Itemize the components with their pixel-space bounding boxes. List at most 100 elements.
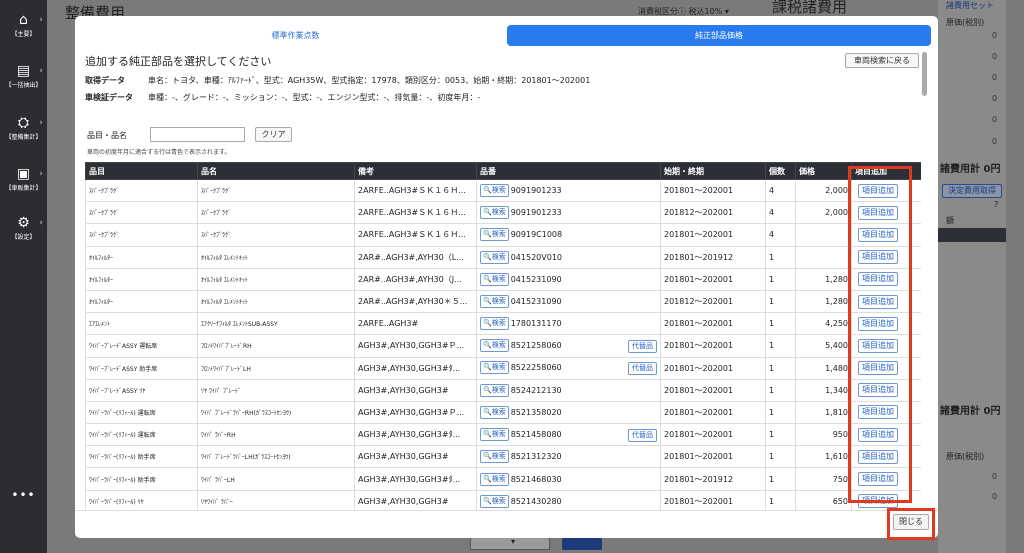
cell-item: ｽﾊﾟｰｸﾌﾟﾗｸﾞ xyxy=(85,223,198,247)
search-button[interactable]: 🔍検索 xyxy=(480,206,509,220)
part-number: 9091901233 xyxy=(510,208,562,218)
cost-value: 0 xyxy=(992,94,998,103)
cell-name: ｽﾊﾟｰｸﾌﾟﾗｸﾞ xyxy=(197,201,355,225)
modal-body[interactable]: 追加する純正部品を選択してください 車両検索に戻る 取得データ 車名：トヨタ、車種… xyxy=(75,50,921,510)
cell-item: ｵｲﾙﾌｨﾙﾀｰ xyxy=(85,267,198,291)
search-button[interactable]: 🔍検索 xyxy=(480,250,509,264)
cell-qty: 1 xyxy=(765,423,796,447)
alternative-part-button[interactable]: 代替品 xyxy=(628,339,657,353)
cell-part-number: 🔍検索 1780131170 xyxy=(476,312,661,336)
chevron-right-icon: › xyxy=(39,15,43,25)
alternative-part-button[interactable]: 代替品 xyxy=(628,362,657,376)
back-to-vehicle-search-button[interactable]: 車両検索に戻る xyxy=(845,53,919,68)
cell-price: 1,340 xyxy=(795,378,852,402)
cell-part-number: 🔍検索 90919C1008 xyxy=(476,223,661,247)
part-number: 0415231090 xyxy=(510,274,562,284)
filter-input[interactable] xyxy=(150,127,245,142)
cell-name: ｵｲﾙﾌｨﾙﾀ ｴﾚﾒﾝﾄｷｯﾄ xyxy=(197,267,355,291)
cell-item: ﾜｲﾊﾟｰﾌﾞﾚｰﾄﾞASSY ﾘﾔ xyxy=(85,378,198,402)
cell-qty: 1 xyxy=(765,334,796,358)
tab-genuine-parts-price[interactable]: 純正部品価格 xyxy=(507,25,931,46)
alternative-part-button[interactable]: 代替品 xyxy=(628,428,657,442)
cell-qty: 1 xyxy=(765,312,796,336)
vertical-scrollbar[interactable] xyxy=(921,50,929,510)
cell-name: ｵｲﾙﾌｨﾙﾀ ｴﾚﾒﾝﾄｷｯﾄ xyxy=(197,289,355,314)
help-icon[interactable]: ? xyxy=(994,200,998,209)
cell-price xyxy=(795,245,852,269)
table-row: ﾜｲﾊﾟｰﾗﾊﾞｰ(ﾘﾌｨｰﾙ) 助手席 ﾜｲﾊﾟ ﾗﾊﾞｰLH AGH3#,AYH… xyxy=(85,467,921,491)
search-button[interactable]: 🔍検索 xyxy=(480,472,509,486)
cell-name: ﾜｲﾊﾟ ﾗﾊﾞｰLH xyxy=(197,467,355,491)
search-button[interactable]: 🔍検索 xyxy=(480,361,509,375)
get-fixed-fees-button[interactable]: 決定費用取得 xyxy=(942,184,1002,198)
search-button[interactable]: 🔍検索 xyxy=(480,295,509,309)
table-row: ﾜｲﾊﾟｰﾌﾞﾚｰﾄﾞASSY 運転席 ﾌﾛﾝﾄﾜｲﾊﾟﾌﾞﾚｰﾄﾞRH AGH3#… xyxy=(85,334,921,358)
chevron-right-icon: › xyxy=(39,118,43,128)
search-button[interactable]: 🔍検索 xyxy=(480,317,509,331)
search-button[interactable]: 🔍検索 xyxy=(480,228,509,242)
search-button[interactable]: 🔍検索 xyxy=(480,272,509,286)
part-number: 0415231090 xyxy=(510,297,562,307)
fee-set-link[interactable]: 諸費用セット xyxy=(946,0,994,11)
sidebar-item-settings[interactable]: ⚙ › 【設定】 xyxy=(0,215,47,242)
cell-item: ﾜｲﾊﾟｰﾌﾞﾚｰﾄﾞASSY 助手席 xyxy=(85,356,198,380)
cell-qty: 1 xyxy=(765,245,796,269)
part-number: 8521458080 xyxy=(510,429,562,439)
search-button[interactable]: 🔍検索 xyxy=(480,338,509,352)
search-button[interactable]: 🔍検索 xyxy=(480,450,509,464)
col-name: 品名 xyxy=(197,162,355,180)
sidebar-item-sales-summary[interactable]: ▣ › 【車販集計】 xyxy=(0,166,47,193)
search-button[interactable]: 🔍検索 xyxy=(480,184,509,198)
tab-standard-work-points[interactable]: 標準作業点数 xyxy=(85,25,506,46)
search-button[interactable]: 🔍検索 xyxy=(480,383,509,397)
part-number: 8522258060 xyxy=(510,363,562,373)
chevron-right-icon: › xyxy=(39,218,43,228)
cell-part-number: 🔍検索 9091901233 xyxy=(476,201,661,225)
right-table-header xyxy=(938,228,1006,242)
sidebar-item-maintenance-summary[interactable]: ⛭ › 【整備集計】 xyxy=(0,115,47,142)
background-primary-button[interactable] xyxy=(562,538,602,550)
col-qty: 個数 xyxy=(765,162,796,180)
acquired-data-row: 取得データ 車名：トヨタ、車種：ｱﾙﾌｧｰﾄﾞ、型式：AGH35W、型式指定：17… xyxy=(85,76,591,85)
parts-table: 品目 品名 備考 品番 始期・終期 個数 価格 項目追加 ｽﾊﾟｰｸﾌﾟﾗｸﾞｽ… xyxy=(85,162,921,510)
cell-part-number: 🔍検索 8521258060 代替品 xyxy=(476,334,661,358)
more-icon[interactable]: ••• xyxy=(0,488,47,502)
cell-period: 201801〜202001 xyxy=(660,312,766,336)
part-number: 1780131170 xyxy=(510,319,562,329)
cell-name: ﾜｲﾊﾟ ﾌﾞﾚｰﾄﾞﾗﾊﾞｰLH(ｶﾞﾗｽｺｰﾄｾﾝﾖｳ) xyxy=(197,445,355,469)
cell-price: 1,480 xyxy=(795,356,852,380)
sidebar-item-bulk-extract[interactable]: ▤ › 【一括抽出】 xyxy=(0,63,47,90)
cell-period: 201801〜202001 xyxy=(660,356,766,380)
parts-modal: 標準作業点数 純正部品価格 追加する純正部品を選択してください 車両検索に戻る … xyxy=(75,16,938,538)
cell-price: 1,280 xyxy=(795,267,852,291)
sidebar-item-main[interactable]: ⌂ › 【主要】 xyxy=(0,12,47,39)
cell-price: 2,000 xyxy=(795,201,852,225)
cell-name: ﾌﾛﾝﾄﾜｲﾊﾟﾌﾞﾚｰﾄﾞRH xyxy=(197,334,355,358)
sidebar-item-label: 【一括抽出】 xyxy=(5,82,42,89)
search-button[interactable]: 🔍検索 xyxy=(480,405,509,419)
scrollbar-thumb[interactable] xyxy=(922,52,927,96)
cell-price: 950 xyxy=(795,423,852,447)
modal-heading: 追加する純正部品を選択してください xyxy=(85,55,272,68)
cell-period: 201801〜202001 xyxy=(660,489,766,510)
cell-part-number: 🔍検索 0415231090 xyxy=(476,267,661,291)
cell-price: 5,400 xyxy=(795,334,852,358)
cell-item: ｵｲﾙﾌｨﾙﾀｰ xyxy=(85,245,198,269)
cell-period: 201801〜201912 xyxy=(660,467,766,491)
cell-qty: 4 xyxy=(765,223,796,247)
cell-price: 2,000 xyxy=(795,178,852,203)
cell-item: ﾜｲﾊﾟｰﾗﾊﾞｰ(ﾘﾌｨｰﾙ) 運転席 xyxy=(85,400,198,425)
search-button[interactable]: 🔍検索 xyxy=(480,427,509,441)
cell-name: ｽﾊﾟｰｸﾌﾟﾗｸﾞ xyxy=(197,178,355,203)
cell-price: 1,810 xyxy=(795,400,852,425)
cell-price: 750 xyxy=(795,467,852,491)
modal-footer-divider xyxy=(75,510,938,511)
search-button[interactable]: 🔍検索 xyxy=(480,494,509,508)
table-row: ｽﾊﾟｰｸﾌﾟﾗｸﾞ ｽﾊﾟｰｸﾌﾟﾗｸﾞ 2ARFE..AGH3#ＳＫ１６Ｈ...… xyxy=(85,178,921,203)
cost-value: 0 xyxy=(992,52,998,61)
amount-header: 額 xyxy=(946,216,954,225)
cell-remark: AGH3#,AYH30,GGH3# xyxy=(354,378,477,402)
cell-remark: AGH3#,AYH30,GGH3# xyxy=(354,445,477,469)
clear-button[interactable]: クリア xyxy=(255,127,292,142)
background-select[interactable]: ▾ xyxy=(470,536,550,550)
